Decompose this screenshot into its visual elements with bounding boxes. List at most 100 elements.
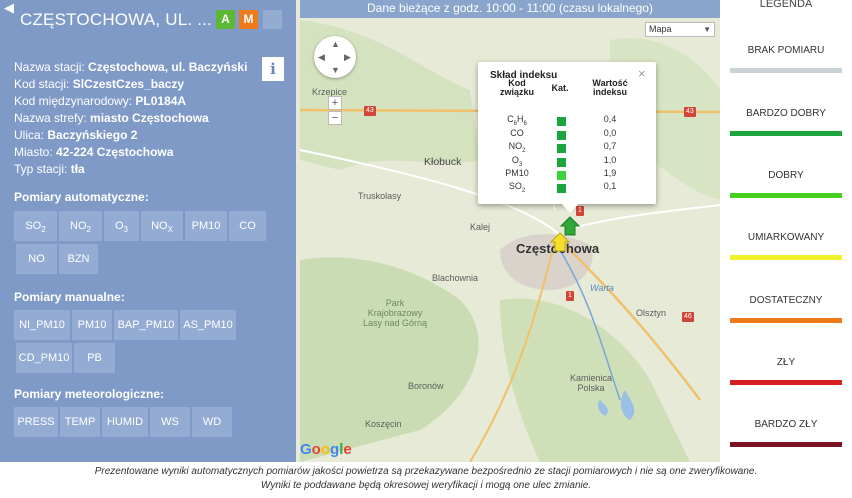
google-logo: Google	[300, 441, 352, 458]
map-label-blachownia: Blachownia	[432, 273, 479, 283]
zoom-in-button[interactable]: +	[328, 96, 342, 110]
legend-item-bardzo-zly: BARDZO ZŁY	[730, 419, 842, 447]
legend-color-bar	[730, 193, 842, 198]
close-icon[interactable]: ×	[638, 66, 646, 81]
road-shield: 43	[684, 107, 696, 117]
popup-value: 0,7	[603, 141, 617, 151]
legend-item-dobry: DOBRY	[730, 170, 842, 198]
popup-value: 0,1	[603, 181, 617, 191]
map-type-select[interactable]: Mapa ▼	[645, 22, 715, 37]
manual-measurements-title: Pomiary manualne:	[14, 290, 125, 304]
meteo-button-ws[interactable]: WS	[150, 407, 190, 437]
legend-item-dostateczny: DOSTATECZNY	[730, 295, 842, 323]
manual-button-pm10[interactable]: PM10	[72, 310, 112, 340]
pan-right-icon[interactable]: ▶	[344, 53, 351, 62]
info-station-code: Kod stacji: SlCzestCzes_baczy	[14, 77, 185, 91]
map-label-park: Park Krajobrazowy Lasy nad Górną	[362, 298, 428, 328]
meteo-button-temp[interactable]: TEMP	[60, 407, 100, 437]
popup-code: SO2	[508, 181, 526, 194]
auto-button-o3[interactable]: O3	[104, 211, 139, 241]
manual-badge[interactable]: M	[239, 10, 258, 29]
popup-value: 1,9	[603, 168, 617, 178]
auto-button-no2[interactable]: NO2	[59, 211, 102, 241]
info-station-type: Typ stacji: tła	[14, 162, 85, 176]
info-international-code: Kod międzynarodowy: PL0184A	[14, 94, 187, 108]
legend-color-bar	[730, 318, 842, 323]
legend-item-zly: ZŁY	[730, 357, 842, 385]
info-street: Ulica: Baczyńskiego 2	[14, 128, 138, 142]
category-square	[557, 144, 566, 153]
col-code-header: Kod związku	[499, 78, 534, 97]
map-label-kalej: Kalej	[470, 222, 491, 232]
legend-color-bar	[730, 380, 842, 385]
auto-button-pm10[interactable]: PM10	[185, 211, 227, 241]
manual-button-as-pm10[interactable]: AS_PM10	[180, 310, 236, 340]
category-square	[557, 184, 566, 193]
col-cat-header: Kat.	[551, 83, 569, 93]
category-square	[557, 158, 566, 167]
map-label-kamienica-polska: Kamienica Polska	[569, 373, 613, 393]
category-square	[557, 171, 566, 180]
disclaimer-line-2: Wyniki te poddawane będą okresowej weryf…	[260, 480, 592, 491]
legend-title: LEGENDA	[759, 0, 813, 10]
manual-button-ni-pm10[interactable]: NI_PM10	[14, 310, 70, 340]
auto-measurements-title: Pomiary automatyczne:	[14, 190, 149, 204]
auto-button-bzn[interactable]: BZN	[59, 244, 98, 274]
manual-button-bap-pm10[interactable]: BAP_PM10	[114, 310, 178, 340]
legend-color-bar	[730, 255, 842, 260]
popup-code: O3	[511, 155, 523, 168]
data-time-status: Dane bieżące z godz. 10:00 - 11:00 (czas…	[300, 0, 720, 18]
road-shield: 1	[566, 291, 574, 301]
auto-button-co[interactable]: CO	[229, 211, 266, 241]
pan-control[interactable]: ▲ ▼ ◀ ▶	[314, 36, 356, 78]
legend-color-bar	[730, 131, 842, 136]
automatic-badge[interactable]: A	[216, 10, 235, 29]
category-square	[557, 131, 566, 140]
manual-button-pb[interactable]: PB	[74, 343, 115, 373]
pan-left-icon[interactable]: ◀	[318, 53, 325, 62]
map-type-value: Mapa	[649, 24, 672, 34]
meteo-button-press[interactable]: PRESS	[14, 407, 58, 437]
info-zone-name: Nazwa strefy: miasto Częstochowa	[14, 111, 209, 125]
info-station-name: Nazwa stacji: Częstochowa, ul. Baczyński	[14, 60, 248, 74]
popup-value: 0,0	[603, 128, 617, 138]
map-label-olsztyn: Olsztyn	[636, 308, 667, 318]
index-popup: Skład indeksu × Kod związku Kat. Wartość…	[478, 62, 656, 213]
auto-button-so2[interactable]: SO2	[14, 211, 57, 241]
legend-panel: LEGENDA BRAK POMIARU BARDZO DOBRY DOBRY …	[720, 0, 852, 462]
station-title: CZĘSTOCHOWA, UL. ...	[20, 10, 212, 29]
col-value-header: Wartość indeksu	[592, 78, 628, 97]
popup-code: NO2	[508, 141, 526, 154]
meteo-button-wd[interactable]: WD	[192, 407, 232, 437]
disclaimer-line-1: Prezentowane wyniki automatycznych pomia…	[94, 466, 758, 477]
popup-code: PM10	[505, 168, 529, 178]
legend-item-brak-pomiaru: BRAK POMIARU	[730, 45, 842, 73]
map-label-warta: Warta	[590, 283, 614, 293]
map-label-koszecin: Koszęcin	[365, 419, 402, 429]
auto-button-nox[interactable]: NOX	[141, 211, 183, 241]
station-marker-yellow[interactable]	[550, 232, 570, 252]
info-icon[interactable]: i	[262, 57, 284, 81]
legend-item-bardzo-dobry: BARDZO DOBRY	[730, 108, 842, 136]
pan-down-icon[interactable]: ▼	[331, 66, 340, 75]
disclaimer-footer: Prezentowane wyniki automatycznych pomia…	[0, 465, 852, 493]
popup-value: 0,4	[603, 114, 617, 124]
chevron-down-icon: ▼	[703, 25, 711, 34]
meteo-button-humid[interactable]: HUMID	[102, 407, 148, 437]
map-label-boronow: Boronów	[408, 381, 444, 391]
popup-code: CO	[510, 128, 524, 138]
pan-up-icon[interactable]: ▲	[331, 40, 340, 49]
meteo-badge[interactable]	[263, 10, 282, 29]
legend-color-bar	[730, 442, 842, 447]
legend-color-bar	[730, 68, 842, 73]
manual-button-cd-pm10[interactable]: CD_PM10	[16, 343, 72, 373]
legend-item-umiarkowany: UMIARKOWANY	[730, 232, 842, 260]
popup-code: C6H6	[507, 114, 527, 127]
auto-button-no[interactable]: NO	[16, 244, 57, 274]
zoom-out-button[interactable]: −	[328, 111, 342, 125]
road-shield: 46	[682, 312, 694, 322]
category-square	[557, 117, 566, 126]
station-info-panel: ◀ CZĘSTOCHOWA, UL. ... A M i Nazwa stacj…	[0, 0, 296, 462]
road-shield: 43	[364, 106, 376, 116]
back-icon[interactable]: ◀	[4, 0, 14, 16]
